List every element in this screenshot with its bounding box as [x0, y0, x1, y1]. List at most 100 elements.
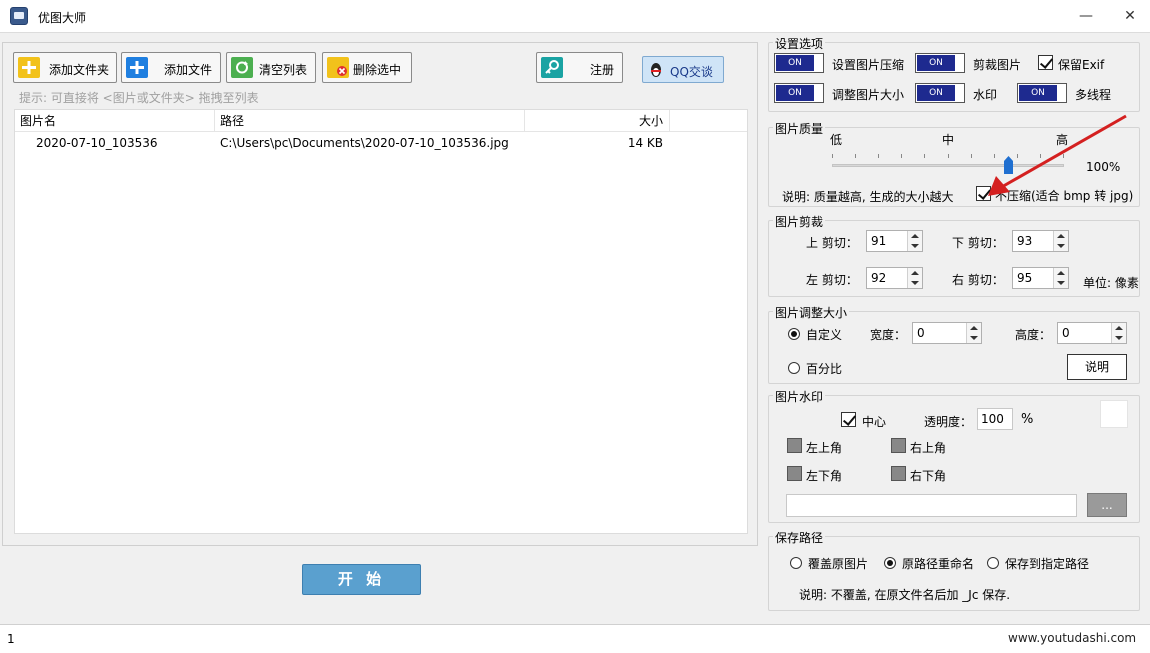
bottom-left-label: 左下角 — [806, 467, 842, 484]
qq-chat-button[interactable]: QQ交谈 — [642, 56, 724, 83]
percent-label: 百分比 — [806, 360, 842, 377]
top-left-label: 左上角 — [806, 439, 842, 456]
center-checkbox[interactable] — [841, 412, 856, 427]
status-bar: 1 www.youtudashi.com — [0, 624, 1150, 653]
width-label: 宽度： — [870, 326, 906, 343]
center-label: 中心 — [862, 413, 886, 430]
custom-size-radio[interactable] — [788, 328, 800, 340]
crop-label: 剪裁图片 — [973, 56, 1021, 73]
file-list-header: 图片名 路径 大小 — [15, 110, 747, 132]
crop-top-stepper[interactable]: 91 — [866, 230, 923, 252]
file-count: 1 — [7, 632, 15, 646]
key-icon — [541, 57, 563, 78]
crop-right-stepper[interactable]: 95 — [1012, 267, 1069, 289]
drag-hint: 提示: 可直接将 <图片或文件夹> 拖拽至列表 — [19, 89, 259, 106]
slider-tick — [948, 154, 949, 158]
custom-size-label: 自定义 — [806, 326, 842, 343]
start-button[interactable]: 开 始 — [302, 564, 421, 595]
delete-selected-button[interactable]: 删除选中 — [322, 52, 412, 83]
keep-exif-label: 保留Exif — [1058, 56, 1104, 73]
settings-title: 设置选项 — [773, 35, 825, 52]
opacity-label: 透明度： — [924, 413, 972, 430]
watermark-path-input[interactable] — [786, 494, 1077, 517]
height-stepper[interactable]: 0 — [1057, 322, 1127, 344]
percent-radio[interactable] — [788, 362, 800, 374]
column-header-path[interactable]: 路径 — [215, 110, 525, 132]
crop-left-stepper[interactable]: 92 — [866, 267, 923, 289]
save-title: 保存路径 — [773, 529, 825, 546]
crop-bottom-label: 下 剪切： — [952, 234, 1004, 251]
watermark-label: 水印 — [973, 86, 997, 103]
opacity-unit: % — [1021, 412, 1033, 427]
crop-top-label: 上 剪切： — [806, 234, 858, 251]
quality-title: 图片质量 — [773, 120, 825, 137]
crop-bottom-stepper[interactable]: 93 — [1012, 230, 1069, 252]
register-label: 注册 — [590, 61, 614, 78]
plus-folder-icon — [18, 57, 40, 78]
watermark-toggle[interactable]: ON — [915, 83, 965, 103]
row-name: 2020-07-10_103536 — [36, 136, 158, 150]
recycle-icon — [231, 57, 253, 78]
top-left-checkbox[interactable] — [787, 438, 802, 453]
slider-tick — [971, 154, 972, 158]
save-to-label: 保存到指定路径 — [1005, 555, 1089, 572]
clear-list-label: 清空列表 — [259, 61, 307, 78]
delete-folder-icon — [327, 57, 349, 78]
opacity-input[interactable]: 100 — [977, 408, 1013, 430]
watermark-preview[interactable] — [1100, 400, 1128, 428]
add-folder-label: 添加文件夹 — [49, 61, 109, 78]
save-note: 说明: 不覆盖, 在原文件名后加 _Jc 保存. — [799, 586, 1010, 603]
multithread-label: 多线程 — [1075, 86, 1111, 103]
title-bar: 优图大师 — ✕ — [0, 0, 1150, 33]
row-path: C:\Users\pc\Documents\2020-07-10_103536.… — [220, 136, 509, 150]
width-stepper[interactable]: 0 — [912, 322, 982, 344]
crop-toggle[interactable]: ON — [915, 53, 965, 73]
overwrite-radio[interactable] — [790, 557, 802, 569]
crop-right-label: 右 剪切： — [952, 271, 1004, 288]
quality-low-label: 低 — [830, 131, 842, 148]
top-right-label: 右上角 — [910, 439, 946, 456]
column-header-name[interactable]: 图片名 — [15, 110, 215, 132]
row-size: 14 KB — [615, 136, 663, 150]
slider-tick — [901, 154, 902, 158]
top-right-checkbox[interactable] — [891, 438, 906, 453]
bottom-right-checkbox[interactable] — [891, 466, 906, 481]
plus-file-icon — [126, 57, 148, 78]
browse-button[interactable]: ... — [1087, 493, 1127, 517]
add-folder-button[interactable]: 添加文件夹 — [13, 52, 117, 83]
bottom-right-label: 右下角 — [910, 467, 946, 484]
height-label: 高度： — [1015, 326, 1051, 343]
qq-chat-label: QQ交谈 — [670, 63, 713, 80]
rename-label: 原路径重命名 — [902, 555, 974, 572]
crop-unit-label: 单位: 像素 — [1083, 274, 1139, 291]
slider-tick — [832, 154, 833, 158]
slider-tick — [924, 154, 925, 158]
compress-label: 设置图片压缩 — [832, 56, 904, 73]
register-button[interactable]: 注册 — [536, 52, 623, 83]
red-arrow-annotation — [980, 112, 1130, 202]
delete-selected-label: 删除选中 — [353, 61, 401, 78]
quality-mid-label: 中 — [942, 131, 954, 148]
crop-left-label: 左 剪切： — [806, 271, 858, 288]
add-file-button[interactable]: 添加文件 — [121, 52, 221, 83]
keep-exif-checkbox[interactable] — [1038, 55, 1053, 70]
multithread-toggle[interactable]: ON — [1017, 83, 1067, 103]
resize-help-button[interactable]: 说明 — [1067, 354, 1127, 380]
app-logo-icon — [10, 7, 28, 25]
minimize-button[interactable]: — — [1066, 4, 1106, 28]
rename-radio[interactable] — [884, 557, 896, 569]
site-watermark: www.youtudashi.com — [1008, 631, 1136, 645]
close-button[interactable]: ✕ — [1110, 4, 1150, 28]
resize-toggle[interactable]: ON — [774, 83, 824, 103]
bottom-left-checkbox[interactable] — [787, 466, 802, 481]
file-list[interactable]: 图片名 路径 大小 2020-07-10_103536 C:\Users\pc\… — [14, 109, 748, 534]
watermark-title: 图片水印 — [773, 388, 825, 405]
column-header-size[interactable]: 大小 — [525, 110, 670, 132]
quality-note: 说明: 质量越高, 生成的大小越大 — [782, 188, 954, 205]
save-to-radio[interactable] — [987, 557, 999, 569]
overwrite-label: 覆盖原图片 — [808, 555, 868, 572]
compress-toggle[interactable]: ON — [774, 53, 824, 73]
crop-title: 图片剪裁 — [773, 213, 825, 230]
resize-title: 图片调整大小 — [773, 304, 849, 321]
clear-list-button[interactable]: 清空列表 — [226, 52, 316, 83]
